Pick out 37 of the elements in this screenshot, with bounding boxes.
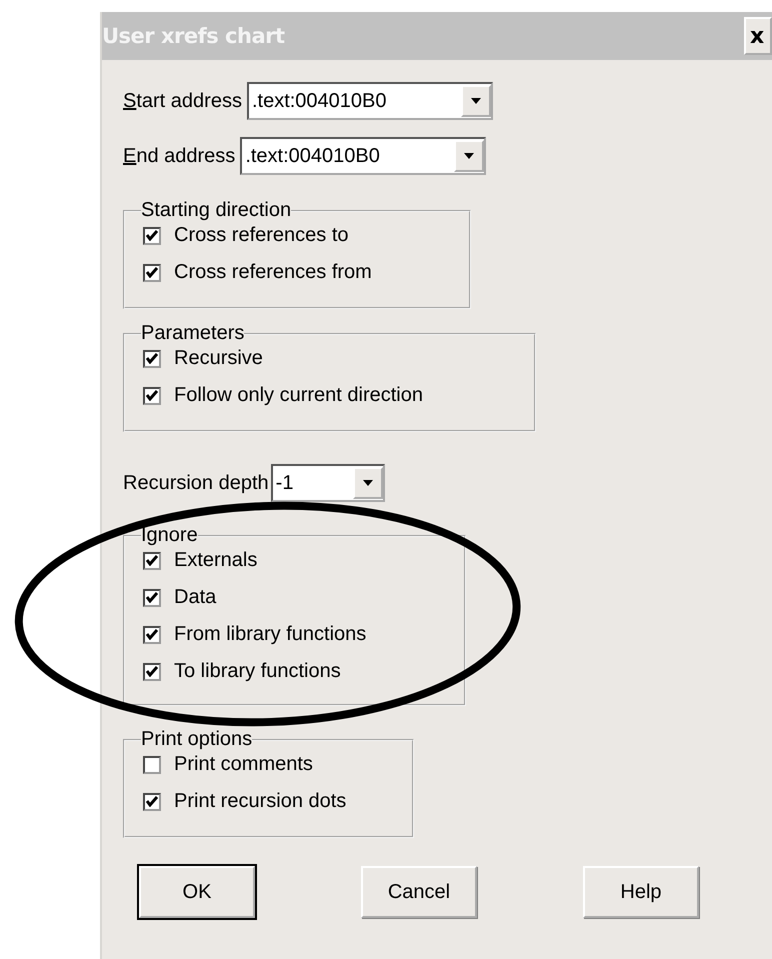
checkbox-label: Cross references from — [174, 261, 372, 284]
group-title: Parameters — [141, 322, 244, 345]
checkbox[interactable] — [143, 350, 161, 368]
depth-combo[interactable]: -1 — [270, 464, 385, 502]
checkbox[interactable] — [143, 792, 161, 810]
field-label: Recursion depth — [123, 472, 269, 494]
dropdown-arrow-icon — [470, 98, 481, 104]
dropdown-arrow-icon — [464, 153, 474, 159]
checkbox-label: Print comments — [174, 753, 313, 776]
checkbox-label: Externals — [174, 549, 258, 572]
checkbox-label: From library functions — [174, 623, 366, 646]
dialog-button[interactable]: Help — [583, 866, 699, 918]
checkbox[interactable] — [143, 756, 161, 774]
checkbox-label: Follow only current direction — [174, 384, 423, 407]
checkbox[interactable] — [143, 626, 161, 644]
dialog-button[interactable]: Cancel — [361, 866, 477, 918]
group-title: Ignore — [141, 524, 198, 547]
checkbox-label: Cross references to — [174, 224, 349, 247]
dialog-button[interactable]: OK — [139, 866, 255, 918]
close-button[interactable]: x — [744, 17, 772, 55]
checkbox[interactable] — [143, 588, 161, 606]
field-label: End address — [123, 144, 236, 168]
checkbox[interactable] — [143, 264, 161, 282]
address-combo[interactable]: .text:004010B0 — [240, 137, 486, 175]
checkbox[interactable] — [143, 662, 161, 680]
address-combo[interactable]: .text:004010B0 — [246, 82, 493, 120]
checkbox-label: Print recursion dots — [174, 790, 346, 813]
checkbox-label: Recursive — [174, 347, 263, 370]
checkbox-label: Data — [174, 586, 216, 609]
group-title: Starting direction — [141, 199, 292, 222]
checkbox[interactable] — [143, 226, 161, 244]
group-title: Print options — [141, 728, 252, 751]
dropdown-arrow-icon — [362, 480, 373, 486]
checkbox[interactable] — [143, 552, 161, 570]
checkbox[interactable] — [143, 386, 161, 404]
checkbox-label: To library functions — [174, 660, 341, 683]
field-label: Start address — [123, 90, 242, 112]
